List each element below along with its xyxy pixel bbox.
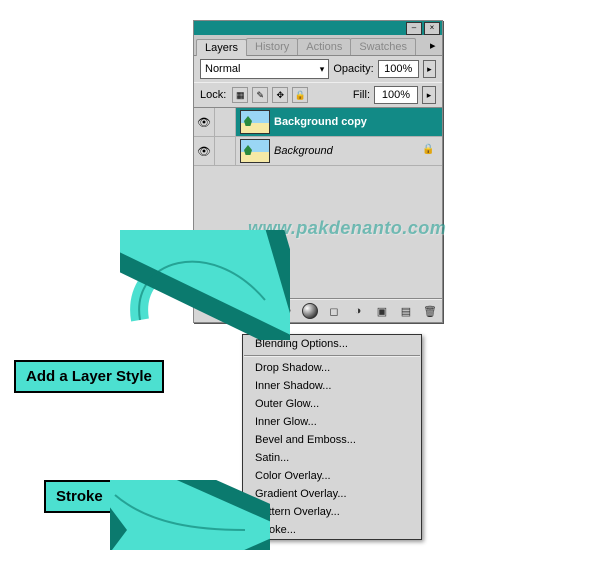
tab-actions[interactable]: Actions: [297, 38, 351, 55]
link-col[interactable]: [215, 137, 236, 165]
eye-icon: 👁: [197, 116, 211, 129]
menu-drop-shadow[interactable]: Drop Shadow...: [243, 359, 421, 377]
lock-all-icon[interactable]: 🔒: [292, 87, 308, 103]
new-group-icon[interactable]: ▣: [374, 304, 390, 318]
tab-layers[interactable]: Layers: [196, 39, 247, 56]
menu-outer-glow[interactable]: Outer Glow...: [243, 395, 421, 413]
tab-history[interactable]: History: [246, 38, 298, 55]
menu-inner-glow[interactable]: Inner Glow...: [243, 413, 421, 431]
menu-bevel-emboss[interactable]: Bevel and Emboss...: [243, 431, 421, 449]
opacity-label: Opacity:: [333, 63, 373, 75]
menu-inner-shadow[interactable]: Inner Shadow...: [243, 377, 421, 395]
visibility-toggle[interactable]: 👁: [194, 137, 215, 165]
opacity-flyout-button[interactable]: ▸: [423, 60, 436, 78]
layer-thumbnail[interactable]: [240, 110, 270, 134]
panel-titlebar: – ×: [194, 21, 442, 35]
lock-transparent-icon[interactable]: ▦: [232, 87, 248, 103]
fill-input[interactable]: 100%: [374, 86, 418, 104]
arrow-to-stroke-icon: [110, 480, 270, 550]
add-mask-icon[interactable]: ◻: [326, 304, 342, 318]
layer-row[interactable]: 👁 Background 🔒: [194, 137, 442, 166]
close-button[interactable]: ×: [424, 22, 440, 35]
callout-stroke: Stroke: [44, 480, 115, 513]
layer-name[interactable]: Background copy: [274, 116, 442, 128]
blend-mode-select[interactable]: Normal ▾: [200, 59, 329, 79]
eye-icon: 👁: [197, 145, 211, 158]
opacity-input[interactable]: 100%: [378, 60, 419, 78]
new-layer-icon[interactable]: ▤: [398, 304, 414, 318]
blend-row: Normal ▾ Opacity: 100% ▸: [194, 56, 442, 82]
minimize-button[interactable]: –: [406, 22, 422, 35]
adjustment-layer-icon[interactable]: ◑: [350, 304, 366, 318]
blend-mode-value: Normal: [205, 63, 240, 75]
layer-name[interactable]: Background: [274, 145, 422, 157]
lock-row: Lock: ▦ ✎ ✥ 🔒 Fill: 100% ▸: [194, 82, 442, 108]
lock-icons-group: ▦ ✎ ✥ 🔒: [232, 87, 308, 103]
layer-row[interactable]: 👁 Background copy: [194, 108, 442, 137]
lock-icon: 🔒: [422, 144, 436, 158]
panel-tabs: Layers History Actions Swatches ▸: [194, 35, 442, 56]
menu-separator: [244, 355, 420, 357]
link-col[interactable]: [215, 108, 236, 136]
add-layer-style-icon[interactable]: [302, 303, 318, 319]
callout-add-layer-style: Add a Layer Style: [14, 360, 164, 393]
layer-thumbnail[interactable]: [240, 139, 270, 163]
chevron-down-icon: ▾: [320, 64, 325, 75]
lock-position-icon[interactable]: ✥: [272, 87, 288, 103]
fill-label: Fill:: [353, 89, 370, 101]
visibility-toggle[interactable]: 👁: [194, 108, 215, 136]
lock-pixels-icon[interactable]: ✎: [252, 87, 268, 103]
tab-swatches[interactable]: Swatches: [350, 38, 416, 55]
delete-layer-icon[interactable]: 🗑: [422, 304, 438, 318]
fill-flyout-button[interactable]: ▸: [422, 86, 436, 104]
panel-menu-arrow-icon[interactable]: ▸: [430, 39, 438, 47]
arrow-to-fx-icon: [120, 230, 290, 340]
menu-satin[interactable]: Satin...: [243, 449, 421, 467]
lock-label: Lock:: [200, 89, 226, 101]
